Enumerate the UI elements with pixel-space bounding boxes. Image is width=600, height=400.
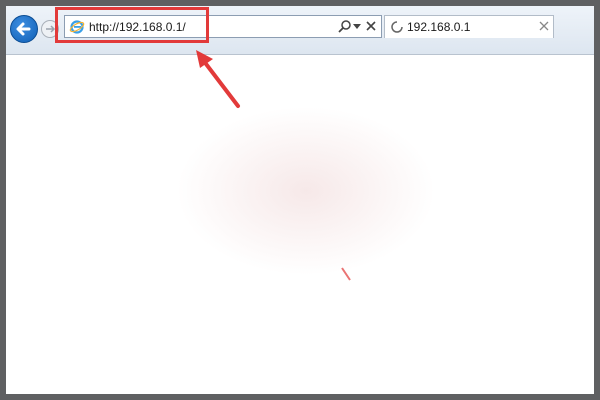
annotation-arrow — [196, 50, 351, 281]
browser-window: http://192.168.0.1/ 192.168.0.1 — [6, 6, 594, 394]
